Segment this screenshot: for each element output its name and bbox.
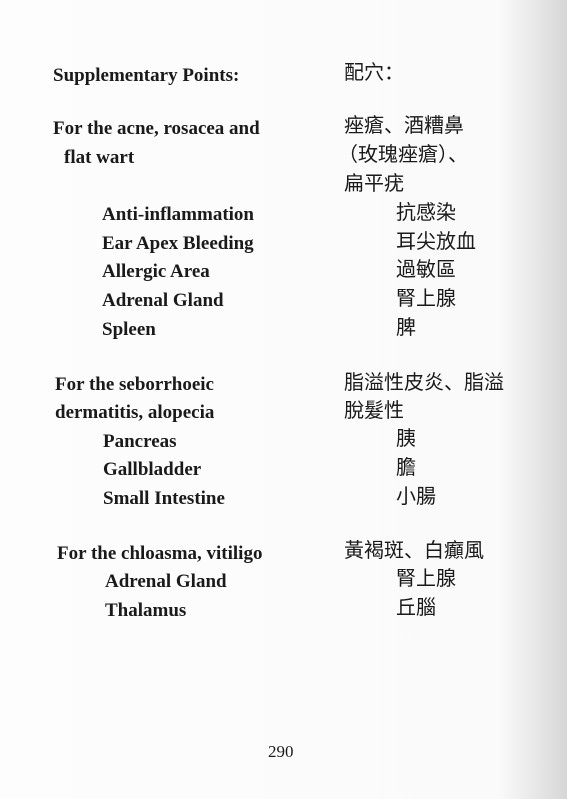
point-label-chinese: 抗感染 [396, 200, 456, 224]
point-label: Pancreas [103, 431, 177, 452]
condition-label: For the chloasma, vitiligo [57, 543, 263, 564]
condition-label-chinese: （玫瑰痤瘡）、 [338, 142, 468, 166]
point-label: Gallbladder [103, 459, 202, 480]
page-number: 290 [268, 742, 294, 761]
condition-label-chinese: 痤瘡、酒糟鼻 [344, 113, 464, 137]
condition-label-chinese: 黃褐斑、白癲風 [344, 538, 484, 562]
point-label: Adrenal Gland [102, 290, 224, 311]
point-label-chinese: 小腸 [396, 484, 436, 508]
condition-label: For the acne, rosacea and [53, 118, 260, 139]
point-label-chinese: 丘腦 [396, 595, 436, 619]
condition-label-chinese: 脫髮性 [344, 398, 404, 422]
point-label: Anti-inflammation [102, 204, 254, 225]
point-label: Allergic Area [102, 261, 210, 282]
point-label-chinese: 過敏區 [396, 257, 456, 281]
section-heading: Supplementary Points: [53, 65, 240, 86]
condition-label-chinese: 扁平疣 [344, 171, 404, 195]
condition-label: dermatitis, alopecia [55, 402, 215, 423]
condition-label-chinese: 脂溢性皮炎、脂溢 [344, 370, 504, 394]
point-label-chinese: 耳尖放血 [396, 229, 476, 253]
point-label-chinese: 胰 [396, 426, 416, 450]
point-label-chinese: 膽 [396, 455, 416, 479]
point-label-chinese: 腎上腺 [396, 566, 456, 590]
condition-label: For the seborrhoeic [55, 374, 214, 395]
point-label: Adrenal Gland [105, 571, 227, 592]
point-label-chinese: 腎上腺 [396, 286, 456, 310]
condition-label: flat wart [64, 147, 135, 168]
point-label: Small Intestine [103, 488, 225, 509]
section-heading-chinese: 配穴： [344, 60, 404, 84]
point-label: Thalamus [105, 600, 187, 621]
point-label: Spleen [102, 319, 156, 340]
point-label: Ear Apex Bleeding [102, 233, 254, 254]
point-label-chinese: 脾 [396, 315, 416, 339]
book-page: Supplementary Points: 配穴： For the acne, … [0, 0, 567, 799]
